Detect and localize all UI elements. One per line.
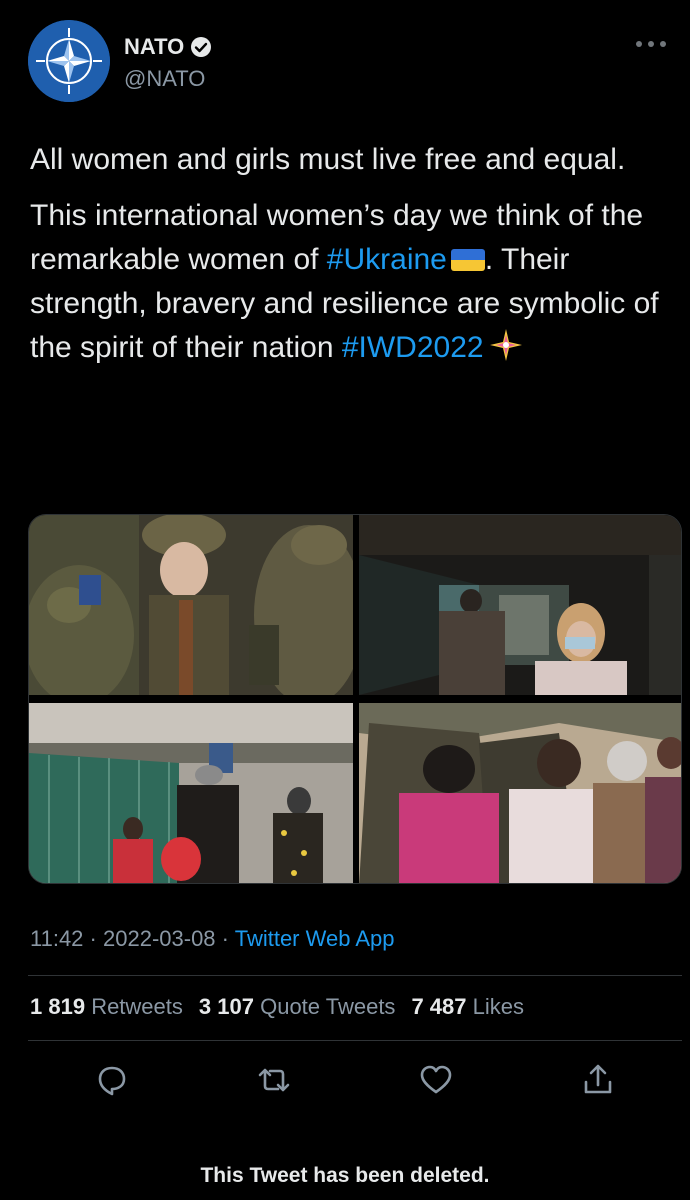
tweet-time[interactable]: 11:42	[30, 926, 83, 951]
engagement-stats: 1 819 Retweets 3 107 Quote Tweets 7 487 …	[30, 994, 540, 1020]
reply-button[interactable]	[90, 1058, 134, 1102]
retweet-button[interactable]	[252, 1058, 296, 1102]
divider	[28, 1040, 682, 1041]
refugees-border-photo[interactable]	[29, 703, 353, 883]
tweet-date[interactable]: 2022-03-08	[103, 926, 216, 951]
tweet-meta: 11:42 · 2022-03-08 · Twitter Web App	[30, 926, 395, 952]
camouflage-image	[359, 703, 681, 883]
like-icon	[420, 1065, 452, 1094]
meta-separator: ·	[221, 926, 229, 951]
likes-label: Likes	[472, 994, 524, 1019]
soldiers-photo[interactable]	[29, 515, 353, 695]
camouflage-net-photo[interactable]	[359, 703, 681, 883]
tweet-paragraph-2: This international women’s day we think …	[30, 194, 670, 370]
hashtag-iwd2022-link[interactable]: #IWD2022	[342, 331, 484, 364]
sparkle-icon	[489, 329, 522, 361]
corridor-photo[interactable]	[359, 515, 681, 695]
quotes-count: 3 107	[198, 994, 254, 1019]
dot	[660, 41, 666, 47]
user-handle[interactable]: @NATO	[124, 66, 205, 92]
corridor-image	[359, 515, 681, 695]
action-bar	[90, 1058, 630, 1102]
display-name[interactable]: NATO	[124, 34, 184, 60]
hashtag-ukraine-link[interactable]: #Ukraine	[327, 243, 447, 276]
tweet-paragraph-1: All women and girls must live free and e…	[30, 143, 626, 176]
source-app-link[interactable]: Twitter Web App	[235, 926, 395, 951]
media-grid	[28, 514, 682, 884]
meta-separator: ·	[89, 926, 97, 951]
refugees-image	[29, 703, 353, 883]
ukraine-flag-icon	[450, 249, 485, 271]
retweet-icon	[258, 1068, 290, 1092]
soldiers-image	[29, 515, 353, 695]
divider	[28, 975, 682, 976]
share-button[interactable]	[576, 1058, 620, 1102]
name-row: NATO	[124, 34, 212, 60]
tweet-text: All women and girls must live free and e…	[30, 138, 670, 370]
reply-icon	[98, 1066, 126, 1096]
more-options-icon[interactable]	[636, 34, 666, 54]
deleted-notice: This Tweet has been deleted.	[200, 1164, 490, 1187]
retweets-count: 1 819	[30, 994, 86, 1019]
quote-tweets-stat[interactable]: 3 107 Quote Tweets	[199, 994, 396, 1020]
retweets-label: Retweets	[91, 994, 183, 1019]
dot	[648, 41, 654, 47]
retweets-stat[interactable]: 1 819 Retweets	[30, 994, 183, 1020]
dot	[636, 41, 642, 47]
like-button[interactable]	[414, 1058, 458, 1102]
verified-badge-icon	[191, 37, 212, 57]
share-icon	[584, 1064, 612, 1094]
likes-stat[interactable]: 7 487 Likes	[411, 994, 524, 1020]
tweet-header: NATO @NATO	[28, 20, 670, 104]
nato-avatar[interactable]	[28, 20, 110, 102]
quotes-label: Quote Tweets	[260, 994, 396, 1019]
nato-compass-icon	[28, 20, 110, 102]
likes-count: 7 487	[411, 994, 467, 1019]
